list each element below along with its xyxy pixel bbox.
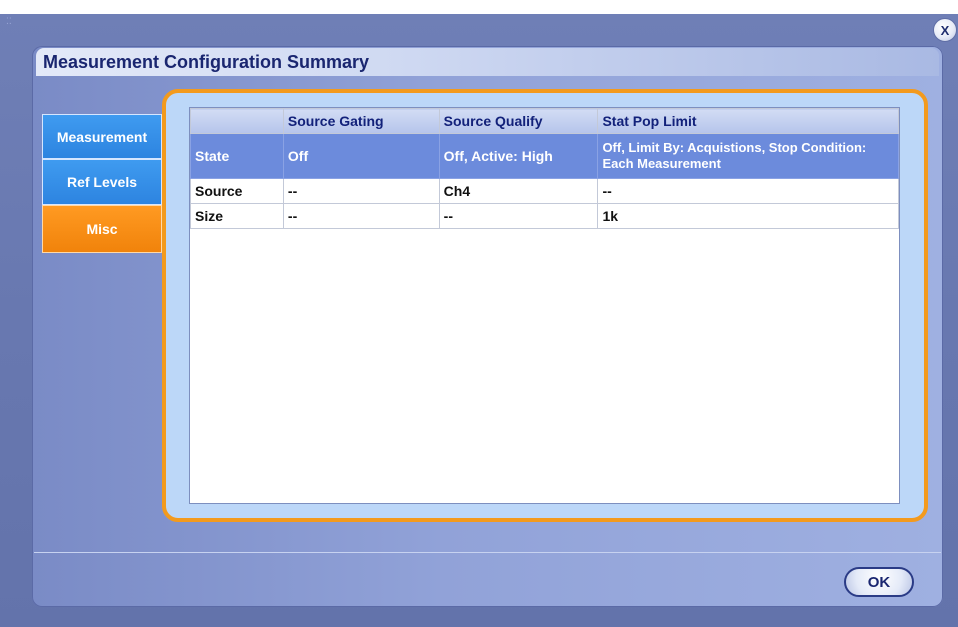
- table-cell: Off: [282, 133, 440, 179]
- resize-grip-icon[interactable]: ⁚⁚: [6, 16, 16, 26]
- table-cell: Ch4: [438, 178, 599, 204]
- table-cell: Off, Limit By: Acquistions, Stop Conditi…: [597, 133, 899, 179]
- table-cell: --: [282, 178, 440, 204]
- tab-label: Ref Levels: [66, 174, 138, 190]
- ok-button[interactable]: OK: [844, 567, 914, 597]
- row-label: Source: [190, 178, 284, 204]
- table-row-size[interactable]: Size -- -- 1k: [190, 203, 899, 229]
- column-header-source-gating[interactable]: Source Gating: [282, 108, 440, 134]
- table-cell: 1k: [597, 203, 899, 229]
- tab-ref-levels[interactable]: Ref Levels: [42, 159, 162, 205]
- tab-label: Measurement: [56, 128, 148, 145]
- table-row-source[interactable]: Source -- Ch4 --: [190, 178, 899, 204]
- column-header-corner: [190, 108, 284, 134]
- dialog-title: Measurement Configuration Summary: [43, 52, 370, 72]
- cell-text: Off, Limit By: Acquistions, Stop Conditi…: [602, 140, 867, 171]
- column-header-source-qualify[interactable]: Source Qualify: [438, 108, 599, 134]
- tab-misc[interactable]: Misc: [42, 205, 162, 253]
- table-cell: Off, Active: High: [438, 133, 599, 179]
- summary-table-panel: Source Gating Source Qualify Stat Pop Li…: [189, 107, 900, 504]
- footer-divider: [34, 552, 941, 553]
- table-header-row: Source Gating Source Qualify Stat Pop Li…: [190, 108, 899, 134]
- table-cell: --: [597, 178, 899, 204]
- row-label: State: [190, 133, 284, 179]
- table-cell: --: [438, 203, 599, 229]
- ok-label: OK: [867, 573, 891, 591]
- row-label: Size: [190, 203, 284, 229]
- tab-measurement[interactable]: Measurement: [42, 114, 162, 159]
- table-row-state[interactable]: State Off Off, Active: High Off, Limit B…: [190, 133, 899, 179]
- summary-table: Source Gating Source Qualify Stat Pop Li…: [190, 108, 899, 229]
- table-cell: --: [282, 203, 440, 229]
- column-header-stat-pop-limit[interactable]: Stat Pop Limit: [597, 108, 899, 134]
- tab-label: Misc: [86, 221, 118, 237]
- close-icon: X: [940, 22, 950, 38]
- close-button[interactable]: X: [933, 18, 957, 42]
